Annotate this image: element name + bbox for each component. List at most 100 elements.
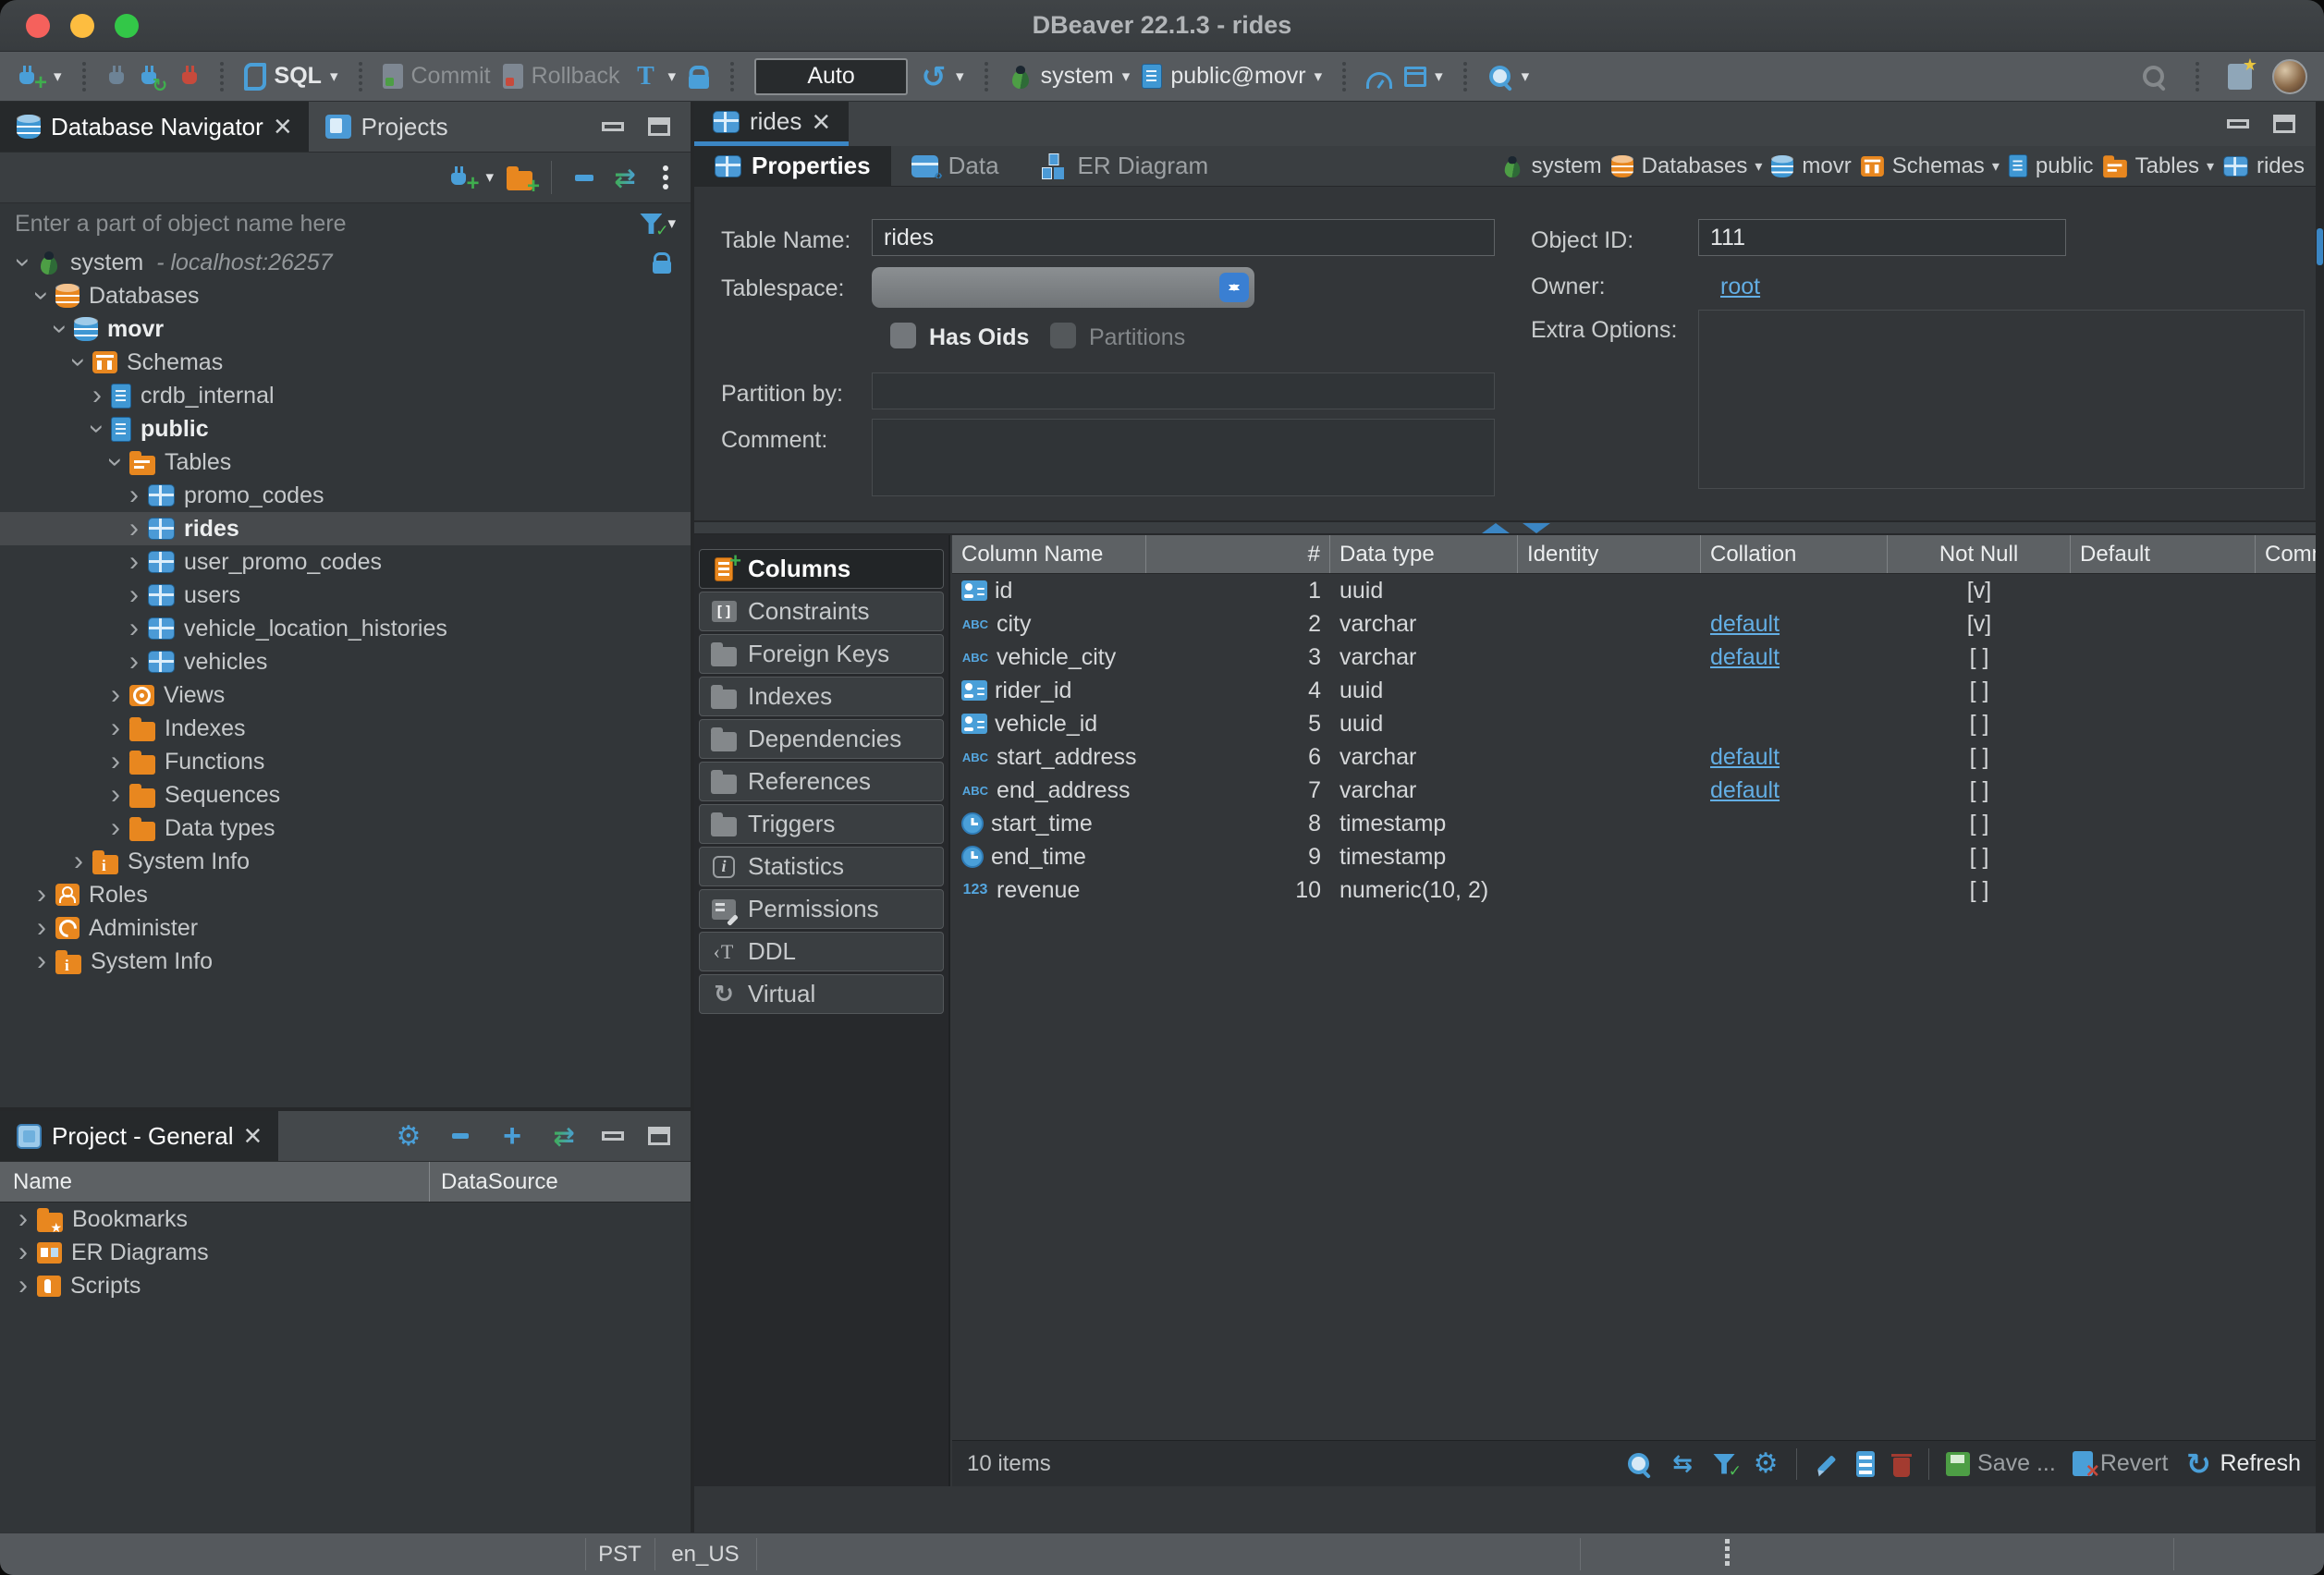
expander-icon[interactable] [65, 848, 92, 875]
collation-link[interactable]: default [1710, 744, 1780, 771]
splitter-sash[interactable] [694, 520, 2316, 535]
tree-item[interactable]: Functions [0, 745, 691, 778]
header-column-name[interactable]: Column Name [952, 535, 1146, 573]
collation-link[interactable]: default [1710, 611, 1780, 638]
expand-all-icon[interactable] [498, 1123, 526, 1149]
expander-icon[interactable] [102, 748, 129, 775]
expander-icon[interactable] [83, 382, 111, 409]
partition-by-input[interactable] [872, 372, 1495, 409]
tab-projects[interactable]: Projects [309, 102, 465, 152]
column-header-datasource[interactable]: DataSource [430, 1162, 558, 1202]
dashboard-button[interactable] [1366, 65, 1392, 89]
project-item[interactable]: Scripts [0, 1269, 691, 1302]
expander-icon[interactable] [102, 714, 129, 742]
subtab-item[interactable]: DDL [699, 932, 944, 971]
header-ordinal[interactable]: # [1146, 535, 1330, 573]
breadcrumb-item[interactable]: system [1500, 153, 1602, 179]
table-row[interactable]: vehicle_city 3 varchar default [ ] [952, 641, 2316, 674]
transaction-log-button[interactable] [631, 64, 676, 90]
comment-textarea[interactable] [872, 419, 1495, 496]
tree-item[interactable]: Schemas [0, 346, 691, 379]
column-header-name[interactable]: Name [0, 1162, 430, 1202]
disconnect-button[interactable] [179, 64, 200, 90]
project-item[interactable]: ER Diagrams [0, 1236, 691, 1269]
subtab-item[interactable]: Statistics [699, 847, 944, 886]
breadcrumb-item[interactable]: Tables [2102, 153, 2214, 179]
expander-icon[interactable] [28, 914, 55, 942]
collation-link[interactable]: default [1710, 644, 1780, 671]
object-filter-input[interactable]: Enter a part of object name here [15, 211, 347, 238]
commit-button[interactable]: Commit [383, 63, 491, 90]
expander-icon[interactable] [120, 548, 148, 576]
expander-icon[interactable] [102, 814, 129, 842]
table-row[interactable]: start_address 6 varchar default [ ] [952, 740, 2316, 774]
close-window-button[interactable] [26, 14, 50, 38]
tree-item[interactable]: Data types [0, 812, 691, 845]
minimize-panel-icon[interactable] [602, 122, 624, 131]
subtab-item[interactable]: Columns [699, 549, 944, 589]
breadcrumb-item[interactable]: rides [2222, 153, 2305, 179]
collation-link[interactable]: default [1710, 777, 1780, 804]
tree-item[interactable]: promo_codes [0, 479, 691, 512]
edit-icon[interactable] [1814, 1451, 1840, 1477]
expander-icon[interactable] [120, 615, 148, 642]
active-database-select[interactable]: public@movr [1142, 63, 1322, 90]
expander-icon[interactable] [102, 448, 129, 476]
close-icon[interactable] [274, 111, 292, 142]
tree-item[interactable]: Roles [0, 878, 691, 911]
collapse-up-icon[interactable] [1482, 523, 1510, 533]
chevron-down-icon[interactable] [330, 67, 338, 86]
extra-options-box[interactable] [1698, 310, 2305, 489]
partitions-checkbox[interactable] [1050, 323, 1076, 348]
maximize-panel-icon[interactable] [648, 117, 670, 136]
tree-item[interactable]: Views [0, 678, 691, 712]
refresh-button[interactable]: Refresh [2184, 1450, 2301, 1477]
chevron-down-icon[interactable] [1122, 67, 1131, 86]
tree-item[interactable]: Administer [0, 911, 691, 945]
transaction-history-button[interactable] [920, 64, 964, 90]
sql-editor-button[interactable]: SQL [244, 63, 338, 91]
minimize-panel-icon[interactable] [2227, 119, 2249, 128]
chevron-down-icon[interactable] [1992, 157, 2000, 176]
compare-button[interactable] [1404, 67, 1443, 87]
expander-icon[interactable] [83, 415, 111, 443]
table-row[interactable]: end_address 7 varchar default [ ] [952, 774, 2316, 807]
breadcrumb-item[interactable]: movr [1770, 153, 1851, 179]
expander-icon[interactable] [102, 781, 129, 809]
collapse-down-icon[interactable] [1523, 523, 1550, 533]
project-item[interactable]: Bookmarks [0, 1203, 691, 1236]
search-button[interactable] [1487, 64, 1530, 90]
tree-item[interactable]: crdb_internal [0, 379, 691, 412]
chevron-down-icon[interactable] [667, 214, 676, 233]
header-comment[interactable]: Comment [2256, 535, 2316, 573]
editor-scrollbar[interactable] [2316, 102, 2324, 1532]
expander-icon[interactable] [9, 249, 37, 276]
tree-item[interactable]: movr [0, 312, 691, 346]
tree-item[interactable]: rides [0, 512, 691, 545]
chevron-down-icon[interactable] [54, 67, 62, 86]
quick-search-icon[interactable] [2141, 64, 2167, 90]
chevron-down-icon[interactable] [1435, 67, 1443, 86]
drag-handle-icon[interactable] [1725, 1546, 1730, 1551]
expander-icon[interactable] [102, 681, 129, 709]
columns-config-icon[interactable] [1856, 1451, 1875, 1477]
tree-item[interactable]: user_promo_codes [0, 545, 691, 579]
new-window-icon[interactable] [2228, 64, 2252, 90]
subtab-item[interactable]: Permissions [699, 889, 944, 929]
view-tab[interactable]: ER Diagram [1020, 146, 1229, 186]
table-row[interactable]: city 2 varchar default [v] [952, 607, 2316, 641]
expander-icon[interactable] [9, 1205, 37, 1233]
editor-tab-rides[interactable]: rides [694, 102, 849, 146]
subtab-item[interactable]: References [699, 762, 944, 801]
subtab-item[interactable]: Constraints [699, 592, 944, 631]
expander-icon[interactable] [120, 648, 148, 676]
subtab-item[interactable]: Foreign Keys [699, 634, 944, 674]
subtab-item[interactable]: Triggers [699, 804, 944, 844]
chevron-down-icon[interactable] [485, 168, 494, 187]
tablespace-select[interactable] [872, 267, 1254, 308]
gear-icon[interactable] [1752, 1451, 1780, 1477]
tree-item[interactable]: users [0, 579, 691, 612]
minimize-panel-icon[interactable] [602, 1131, 624, 1141]
expander-icon[interactable] [65, 348, 92, 376]
minimize-window-button[interactable] [70, 14, 94, 38]
